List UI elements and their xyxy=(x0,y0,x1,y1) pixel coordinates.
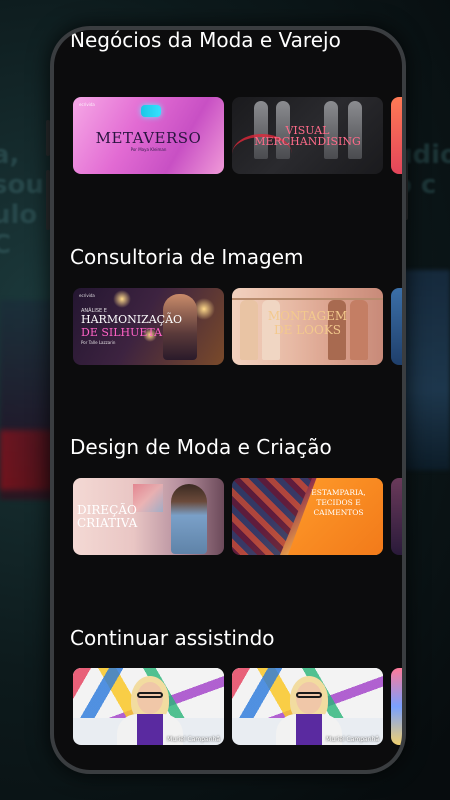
section-title-consultoria: Consultoria de Imagem xyxy=(70,245,304,269)
presenter-face xyxy=(137,682,163,714)
card-brand: ecrivida xyxy=(79,293,95,298)
card-title-line3: CAIMENTOS xyxy=(313,508,364,517)
card-brand: ecrivida xyxy=(79,102,95,107)
card-title: VISUAL MERCHANDISING xyxy=(254,124,361,148)
course-card-montagem-de-looks[interactable]: MONTAGEM DE LOOKS xyxy=(232,288,383,365)
course-card-harmonizacao[interactable]: ecrivida ANÁLISE E HARMONIZAÇÃO DE SILHU… xyxy=(73,288,224,365)
app-screen: Negócios da Moda e Varejo ecrivida METAV… xyxy=(54,30,402,770)
card-title: METAVERSO xyxy=(95,129,202,147)
card-title-line2: HARMONIZAÇÃO xyxy=(81,313,183,326)
glasses-illustration xyxy=(296,692,322,698)
carousel-consultoria[interactable]: ecrivida ANÁLISE E HARMONIZAÇÃO DE SILHU… xyxy=(73,288,402,366)
section-title-negocios: Negócios da Moda e Varejo xyxy=(70,30,341,52)
course-card-partial[interactable] xyxy=(391,97,402,174)
course-card-estamparia[interactable]: ESTAMPARIA, TECIDOS E CAIMENTOS xyxy=(232,478,383,555)
presenter-face xyxy=(296,682,322,714)
section-title-design: Design de Moda e Criação xyxy=(70,435,332,459)
course-card-visual-merchandising[interactable]: VISUAL MERCHANDISING xyxy=(232,97,383,174)
carousel-design[interactable]: DIREÇÃO CRIATIVA ESTAMPARIA, TECIDOS E C… xyxy=(73,478,402,556)
course-card-partial[interactable] xyxy=(391,288,402,365)
course-card-partial[interactable] xyxy=(391,478,402,555)
card-title-line1: MONTAGEM xyxy=(267,309,348,323)
card-title-line2: CRIATIVA xyxy=(77,516,138,530)
course-card-direcao-criativa[interactable]: DIREÇÃO CRIATIVA xyxy=(73,478,224,555)
continue-watching-card-partial[interactable] xyxy=(391,668,402,745)
continue-watching-card[interactable]: Muriel Campanhã xyxy=(232,668,383,745)
card-title-line1: ESTAMPARIA, xyxy=(311,488,366,497)
card-subtitle: Por Talle Lazzarin xyxy=(81,340,116,345)
continue-watching-card[interactable]: Muriel Campanhã xyxy=(73,668,224,745)
presenter-name-tag: Muriel Campanhã xyxy=(326,736,379,743)
presenter-name-tag: Muriel Campanhã xyxy=(167,736,220,743)
light-bokeh xyxy=(113,290,131,308)
glasses-illustration xyxy=(137,692,163,698)
wall-art-illustration xyxy=(133,484,163,512)
card-title-line2: DE LOOKS xyxy=(273,323,342,337)
vr-headset-illustration xyxy=(141,105,161,117)
section-title-continuar: Continuar assistindo xyxy=(70,626,275,650)
person-illustration xyxy=(171,484,207,554)
phone-frame: Negócios da Moda e Varejo ecrivida METAV… xyxy=(50,26,406,774)
card-title-line3: DE SILHUETA xyxy=(81,326,163,339)
course-card-metaverso[interactable]: ecrivida METAVERSO Por Maya Kleiman xyxy=(73,97,224,174)
carousel-continuar-assistindo[interactable]: Muriel Campanhã Muriel Campanhã xyxy=(73,668,402,746)
card-subtitle: Por Maya Kleiman xyxy=(130,147,167,152)
card-title-line2: TECIDOS E xyxy=(316,498,361,507)
carousel-negocios[interactable]: ecrivida METAVERSO Por Maya Kleiman VISU… xyxy=(73,97,402,175)
person-illustration xyxy=(163,294,197,360)
